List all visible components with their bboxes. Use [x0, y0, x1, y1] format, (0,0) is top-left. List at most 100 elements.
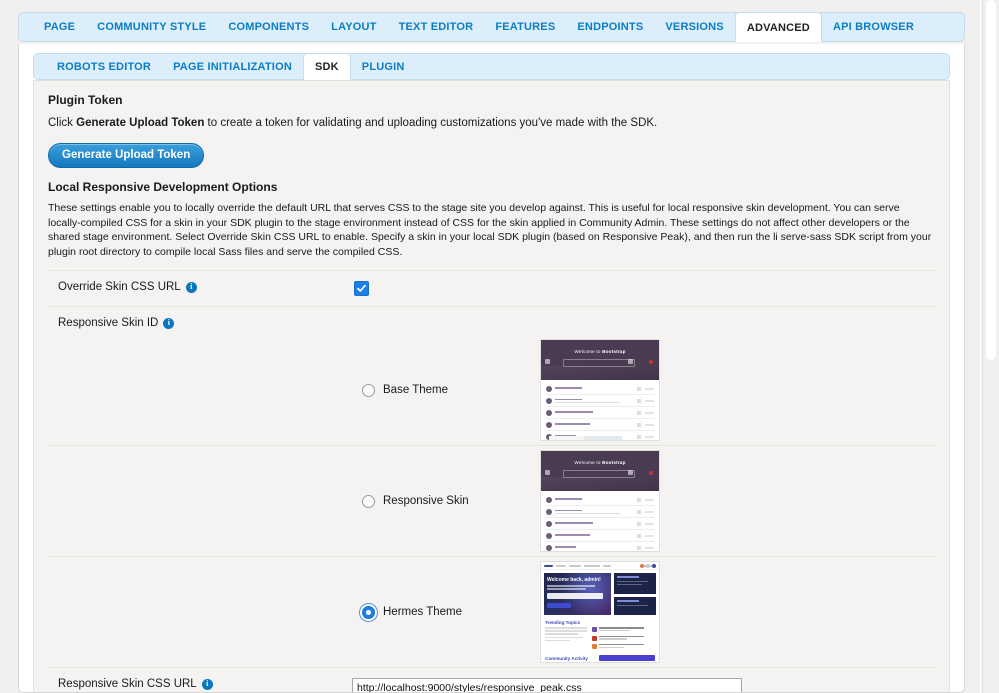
thumb-hero-sidebar: [614, 573, 656, 616]
info-icon[interactable]: i: [163, 317, 175, 329]
thumb-text: [555, 387, 634, 390]
thumb-list-item: [545, 395, 655, 408]
thumb-hero-button: [547, 603, 571, 609]
override-skin-css-url-checkbox[interactable]: [354, 281, 369, 297]
skin-option-base-theme[interactable]: Base Theme Welcome to Bootstrap: [48, 335, 935, 445]
thumb-list-item: [545, 407, 655, 420]
subtab-robots-editor[interactable]: ROBOTS EDITOR: [46, 54, 162, 79]
thumb-list-item: [545, 542, 655, 551]
skin-option-responsive-skin-radio-cell[interactable]: Responsive Skin: [358, 494, 540, 508]
responsive-skin-css-url-field-cell: [348, 678, 935, 692]
thumb-side-card: [614, 597, 656, 616]
thumb-avatar: [546, 409, 552, 416]
thumb-menu-icon: [545, 359, 550, 365]
thumb-section-title: Trending Topics: [545, 620, 581, 626]
tab-api-browser-label: API BROWSER: [832, 21, 914, 33]
thumbnail-responsive-skin[interactable]: Welcome to Bootstrap: [540, 450, 660, 553]
thumb-hero-title: Welcome to Bootstrap: [541, 460, 659, 465]
advanced-panel-card: ROBOTS EDITOR PAGE INITIALIZATION SDK PL…: [18, 44, 965, 693]
secondary-tab-list: ROBOTS EDITOR PAGE INITIALIZATION SDK PL…: [34, 53, 949, 80]
thumb-list-item: [545, 518, 655, 531]
skin-option-hermes-theme-radio-cell[interactable]: Hermes Theme: [358, 605, 540, 619]
thumb-hero: Welcome to Bootstrap: [541, 340, 659, 381]
thumb-hero-image: Welcome back, admin!: [544, 573, 611, 616]
thumb-notification-badge: [649, 360, 653, 365]
thumb-navbar: [541, 562, 659, 571]
thumb-post: [591, 635, 655, 641]
subtab-page-initialization-label: PAGE INITIALIZATION: [173, 60, 292, 73]
override-skin-css-url-field-cell: [348, 281, 935, 297]
tab-community-style[interactable]: COMMUNITY STYLE: [86, 13, 217, 41]
thumb-hero-title-pre: Welcome to: [574, 460, 603, 466]
thumb-hero: Welcome to Bootstrap: [541, 451, 659, 492]
radio-hermes-theme-label: Hermes Theme: [383, 606, 463, 619]
tab-endpoints-label: ENDPOINTS: [577, 21, 644, 33]
responsive-skin-css-url-label: Responsive Skin CSS URL: [58, 678, 197, 691]
tab-page[interactable]: PAGE: [33, 13, 86, 41]
responsive-skin-css-url-label-cell: Responsive Skin CSS URL i: [48, 678, 348, 690]
scrollbar-thumb[interactable]: [986, 0, 996, 360]
thumb-list: [541, 491, 659, 551]
radio-responsive-skin-label: Responsive Skin: [383, 495, 469, 508]
radio-responsive-skin[interactable]: [362, 494, 375, 508]
thumbnail-hermes-theme[interactable]: Welcome back, admin! Trending Topics Com…: [540, 561, 660, 664]
thumb-meta: [637, 533, 654, 538]
skin-option-hermes-theme[interactable]: Hermes Theme Welcome back, admin! Trendi…: [48, 557, 935, 667]
tab-versions[interactable]: VERSIONS: [654, 13, 734, 41]
thumbnail-base-theme[interactable]: Welcome to Bootstrap: [540, 339, 660, 442]
gutter-divider: [980, 0, 981, 693]
thumb-avatar: [546, 397, 552, 404]
thumb-avatar: [546, 508, 552, 515]
generate-upload-token-label: Generate Upload Token: [62, 148, 191, 161]
tab-endpoints[interactable]: ENDPOINTS: [566, 13, 654, 41]
subtab-plugin[interactable]: PLUGIN: [351, 54, 416, 79]
subtab-sdk-label: SDK: [314, 61, 339, 73]
thumb-meta: [637, 434, 654, 439]
thumb-text: [555, 522, 634, 525]
thumb-search-icon: [628, 359, 633, 365]
override-skin-css-url-row: Override Skin CSS URL i: [48, 270, 935, 306]
skin-option-base-theme-radio-cell[interactable]: Base Theme: [358, 383, 540, 397]
radio-base-theme[interactable]: [362, 383, 375, 397]
plugin-token-desc-pre: Click: [48, 117, 77, 129]
skin-option-responsive-skin[interactable]: Responsive Skin Welcome to Bootstrap: [48, 446, 935, 556]
override-skin-css-url-label-cell: Override Skin CSS URL i: [48, 281, 348, 293]
subtab-sdk[interactable]: SDK: [302, 53, 351, 80]
thumb-text: [555, 498, 634, 501]
page-scrollbar[interactable]: [982, 0, 999, 693]
tab-advanced[interactable]: ADVANCED: [734, 12, 822, 42]
responsive-skin-id-label-cell: Responsive Skin ID i: [48, 317, 935, 329]
tab-page-label: PAGE: [44, 21, 76, 33]
generate-upload-token-button[interactable]: Generate Upload Token: [48, 142, 205, 168]
responsive-skin-css-url-input[interactable]: [352, 678, 742, 692]
tab-components-label: COMPONENTS: [228, 21, 310, 33]
thumb-notification-badge: [649, 471, 653, 476]
thumb-hero-title-pre: Welcome to: [574, 349, 603, 355]
plugin-token-description: Click Generate Upload Token to create a …: [48, 115, 935, 132]
thumb-pill: [599, 655, 655, 662]
thumb-post: [591, 627, 655, 633]
thumb-avatar: [546, 385, 552, 392]
thumb-text: [555, 546, 634, 549]
secondary-tab-strip: ROBOTS EDITOR PAGE INITIALIZATION SDK PL…: [33, 53, 950, 80]
info-icon[interactable]: i: [185, 281, 197, 293]
thumb-text: [555, 534, 634, 537]
tab-text-editor[interactable]: TEXT EDITOR: [388, 13, 485, 41]
local-dev-heading: Local Responsive Development Options: [48, 179, 278, 194]
responsive-skin-css-url-row: Responsive Skin CSS URL i: [48, 667, 935, 692]
thumb-hero-title-bold: Bootstrap: [602, 460, 626, 466]
subtab-page-initialization[interactable]: PAGE INITIALIZATION: [162, 54, 303, 79]
thumb-text: [555, 509, 634, 515]
thumb-search-icon: [628, 470, 633, 476]
tab-api-browser[interactable]: API BROWSER: [822, 13, 925, 41]
thumb-avatar: [546, 520, 552, 527]
tab-components[interactable]: COMPONENTS: [217, 13, 320, 41]
tab-features[interactable]: FEATURES: [484, 13, 566, 41]
thumb-avatar: [546, 544, 552, 551]
info-icon[interactable]: i: [201, 678, 213, 690]
tab-text-editor-label: TEXT EDITOR: [398, 21, 474, 33]
tab-layout[interactable]: LAYOUT: [320, 13, 387, 41]
radio-hermes-theme[interactable]: [362, 605, 375, 619]
thumb-list-item: [545, 383, 655, 396]
override-skin-css-url-label: Override Skin CSS URL: [58, 281, 181, 294]
